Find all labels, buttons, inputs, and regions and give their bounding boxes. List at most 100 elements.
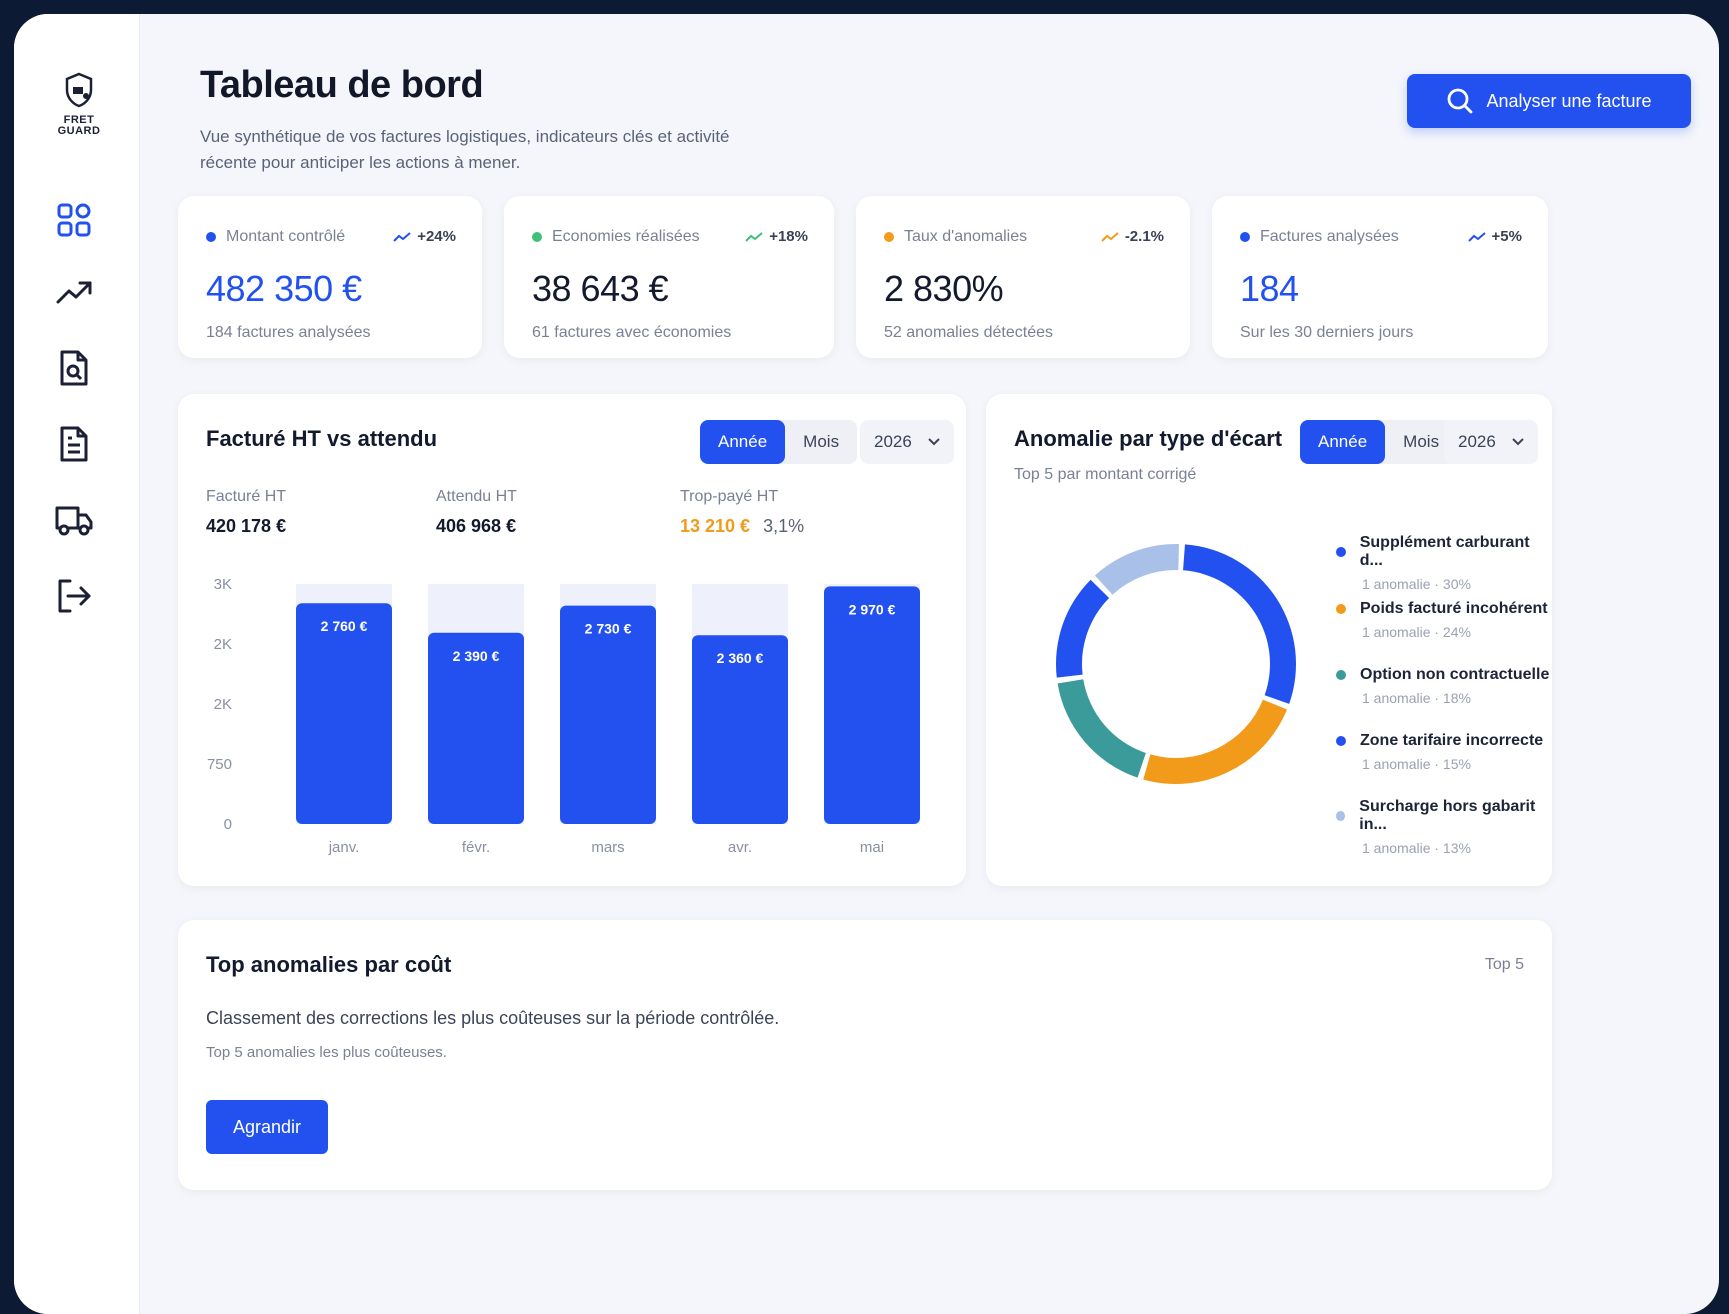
bar-value-label: 2 730 €: [585, 621, 632, 637]
legend-dot: [1336, 547, 1346, 557]
legend-item: Option non contractuelle 1 anomalie · 18%: [1336, 666, 1549, 706]
legend-meta: 1 anomalie · 30%: [1362, 576, 1471, 592]
donut-year-select[interactable]: 2026: [1444, 420, 1538, 464]
bar-value-label: 2 760 €: [321, 618, 368, 634]
main-content: Tableau de bord Vue synthétique de vos f…: [140, 14, 1719, 1314]
kpi-value-anomaly-rate: 2 830%: [884, 268, 1004, 309]
kpi-card-savings: Economies réalisées +18% 38 643 € 61 factur…: [504, 196, 834, 358]
kpi-sub-amount: 184 factures analysées: [206, 324, 371, 341]
x-tick-label: janv.: [328, 839, 360, 856]
kpi-trend-amount: +24%: [393, 228, 456, 245]
top-card-badge: Top 5: [1484, 956, 1524, 973]
x-tick-label: mai: [860, 839, 884, 856]
legend-dot: [1336, 736, 1346, 746]
donut-slice[interactable]: [1056, 579, 1110, 678]
page-title: Tableau de bord: [200, 64, 484, 106]
analyze-invoice-button[interactable]: Analyser une facture: [1407, 74, 1691, 128]
kpi-dot: [884, 232, 894, 242]
kpi-label-text: Montant contrôlé: [226, 228, 346, 245]
dashboard-icon: [57, 203, 91, 237]
kpi-trend-text: +18%: [769, 228, 808, 245]
kpi-trend-text: +24%: [417, 228, 456, 245]
donut-card-title: Anomalie par type d'écart: [1014, 426, 1283, 451]
trend-icon: [745, 231, 763, 242]
kpi-sub-savings: 61 factures avec économies: [532, 324, 732, 341]
kpi-label-text: Taux d'anomalies: [904, 228, 1028, 245]
legend-name: Zone tarifaire incorrecte: [1360, 732, 1544, 749]
kpi-value-savings: 38 643 €: [532, 268, 669, 309]
kpi-sub-anomaly-rate: 52 anomalies détectées: [884, 324, 1053, 341]
sidebar-item-dashboard[interactable]: [52, 198, 96, 242]
legend-dot: [1336, 604, 1346, 614]
sidebar-item-trends[interactable]: [52, 270, 96, 314]
search-icon: [1448, 88, 1473, 114]
sidebar-item-transport[interactable]: [52, 498, 96, 542]
legend-dot: [1336, 811, 1346, 821]
bar[interactable]: [296, 603, 392, 824]
app-window: FRET GUARD Tableau de bord Vue synthétiq…: [14, 14, 1719, 1314]
analyze-invoice-label: Analyser une facture: [1486, 90, 1652, 111]
legend-meta: 1 anomalie · 15%: [1362, 756, 1471, 772]
kpi-trend-text: +5%: [1491, 228, 1522, 245]
trend-icon: [393, 231, 411, 242]
trending-up-icon: [56, 281, 92, 304]
sidebar: FRET GUARD: [14, 14, 140, 1314]
donut-toggle-year[interactable]: Année: [1300, 420, 1386, 464]
y-tick-label: 750: [207, 756, 232, 773]
legend-name: Surcharge hors gabarit in...: [1359, 798, 1536, 833]
donut-period-toggle: Année Mois: [1300, 420, 1458, 464]
kpi-value-amount: 482 350 €: [206, 268, 362, 309]
logout-icon: [58, 579, 91, 613]
kpi-card-invoices: Factures analysées +5% 184 Sur les 30 derni…: [1212, 196, 1548, 358]
legend-meta: 1 anomalie · 18%: [1362, 690, 1471, 706]
bar[interactable]: [824, 586, 920, 824]
donut-slice[interactable]: [1143, 699, 1288, 784]
donut-slice[interactable]: [1094, 544, 1179, 595]
x-tick-label: avr.: [728, 839, 752, 856]
kpi-sub-invoices: Sur les 30 derniers jours: [1240, 324, 1414, 341]
x-tick-label: févr.: [462, 839, 490, 856]
chevron-down-icon: [1512, 438, 1524, 446]
legend-item: Zone tarifaire incorrecte 1 anomalie · 15…: [1336, 732, 1543, 772]
kpi-label-text: Factures analysées: [1260, 228, 1399, 245]
sidebar-item-invoice-search[interactable]: [52, 346, 96, 390]
donut-slice[interactable]: [1183, 544, 1296, 704]
kpi-trend-invoices: +5%: [1467, 228, 1522, 245]
sidebar-item-documents[interactable]: [52, 422, 96, 466]
trend-icon: [1101, 231, 1119, 242]
kpi-dot: [532, 232, 542, 242]
kpi-value-invoices: 184: [1240, 268, 1299, 309]
kpi-trend-text: -2.1%: [1124, 228, 1164, 245]
top-anomalies-card: Top anomalies par coût Top 5 Classement …: [178, 920, 1552, 1190]
kpi-label-invoices: Factures analysées: [1240, 228, 1399, 246]
kpi-card-anomaly-rate: Taux d'anomalies -2.1% 2 830% 52 anomalies …: [856, 196, 1190, 358]
legend-item: Surcharge hors gabarit in... 1 anomalie ·…: [1336, 798, 1552, 856]
y-tick-label: 2K: [214, 636, 232, 653]
legend-name: Option non contractuelle: [1360, 666, 1550, 683]
bar-chart: 0 750 2K 2K 3K 2 760 € janv. 2 390 € févr. 2 730 …: [207, 576, 920, 856]
legend-item: Poids facturé incohérent 1 anomalie · 24%: [1336, 600, 1548, 640]
kpi-card-amount: Montant contrôlé +24% 482 350 € 184 facture…: [178, 196, 482, 358]
top-card-note: Top 5 anomalies les plus coûteuses.: [206, 1044, 447, 1061]
bar[interactable]: [560, 605, 656, 824]
kpi-label-savings: Economies réalisées: [532, 228, 700, 246]
donut-year-value: 2026: [1458, 432, 1496, 451]
logo-line-2: GUARD: [57, 125, 101, 137]
donut-chart: [1056, 544, 1296, 784]
donut-slice[interactable]: [1057, 679, 1146, 778]
donut-card-subtitle: Top 5 par montant corrigé: [1014, 466, 1197, 483]
kpi-dot: [1240, 232, 1250, 242]
kpi-label-text: Economies réalisées: [552, 228, 700, 245]
kpi-trend-savings: +18%: [745, 228, 808, 245]
bar-value-label: 2 390 €: [453, 648, 500, 664]
kpi-label-amount: Montant contrôlé: [206, 228, 345, 246]
legend-name: Supplément carburant d...: [1359, 534, 1530, 569]
top-card-description: Classement des corrections les plus coût…: [206, 1008, 780, 1028]
logo: FRET GUARD: [52, 70, 106, 137]
expand-button[interactable]: Agrandir: [206, 1100, 328, 1154]
legend-name: Poids facturé incohérent: [1360, 600, 1548, 617]
legend-dot: [1336, 670, 1346, 680]
y-tick-label: 3K: [214, 576, 232, 593]
sidebar-item-logout[interactable]: [52, 574, 96, 618]
document-icon: [60, 426, 88, 462]
